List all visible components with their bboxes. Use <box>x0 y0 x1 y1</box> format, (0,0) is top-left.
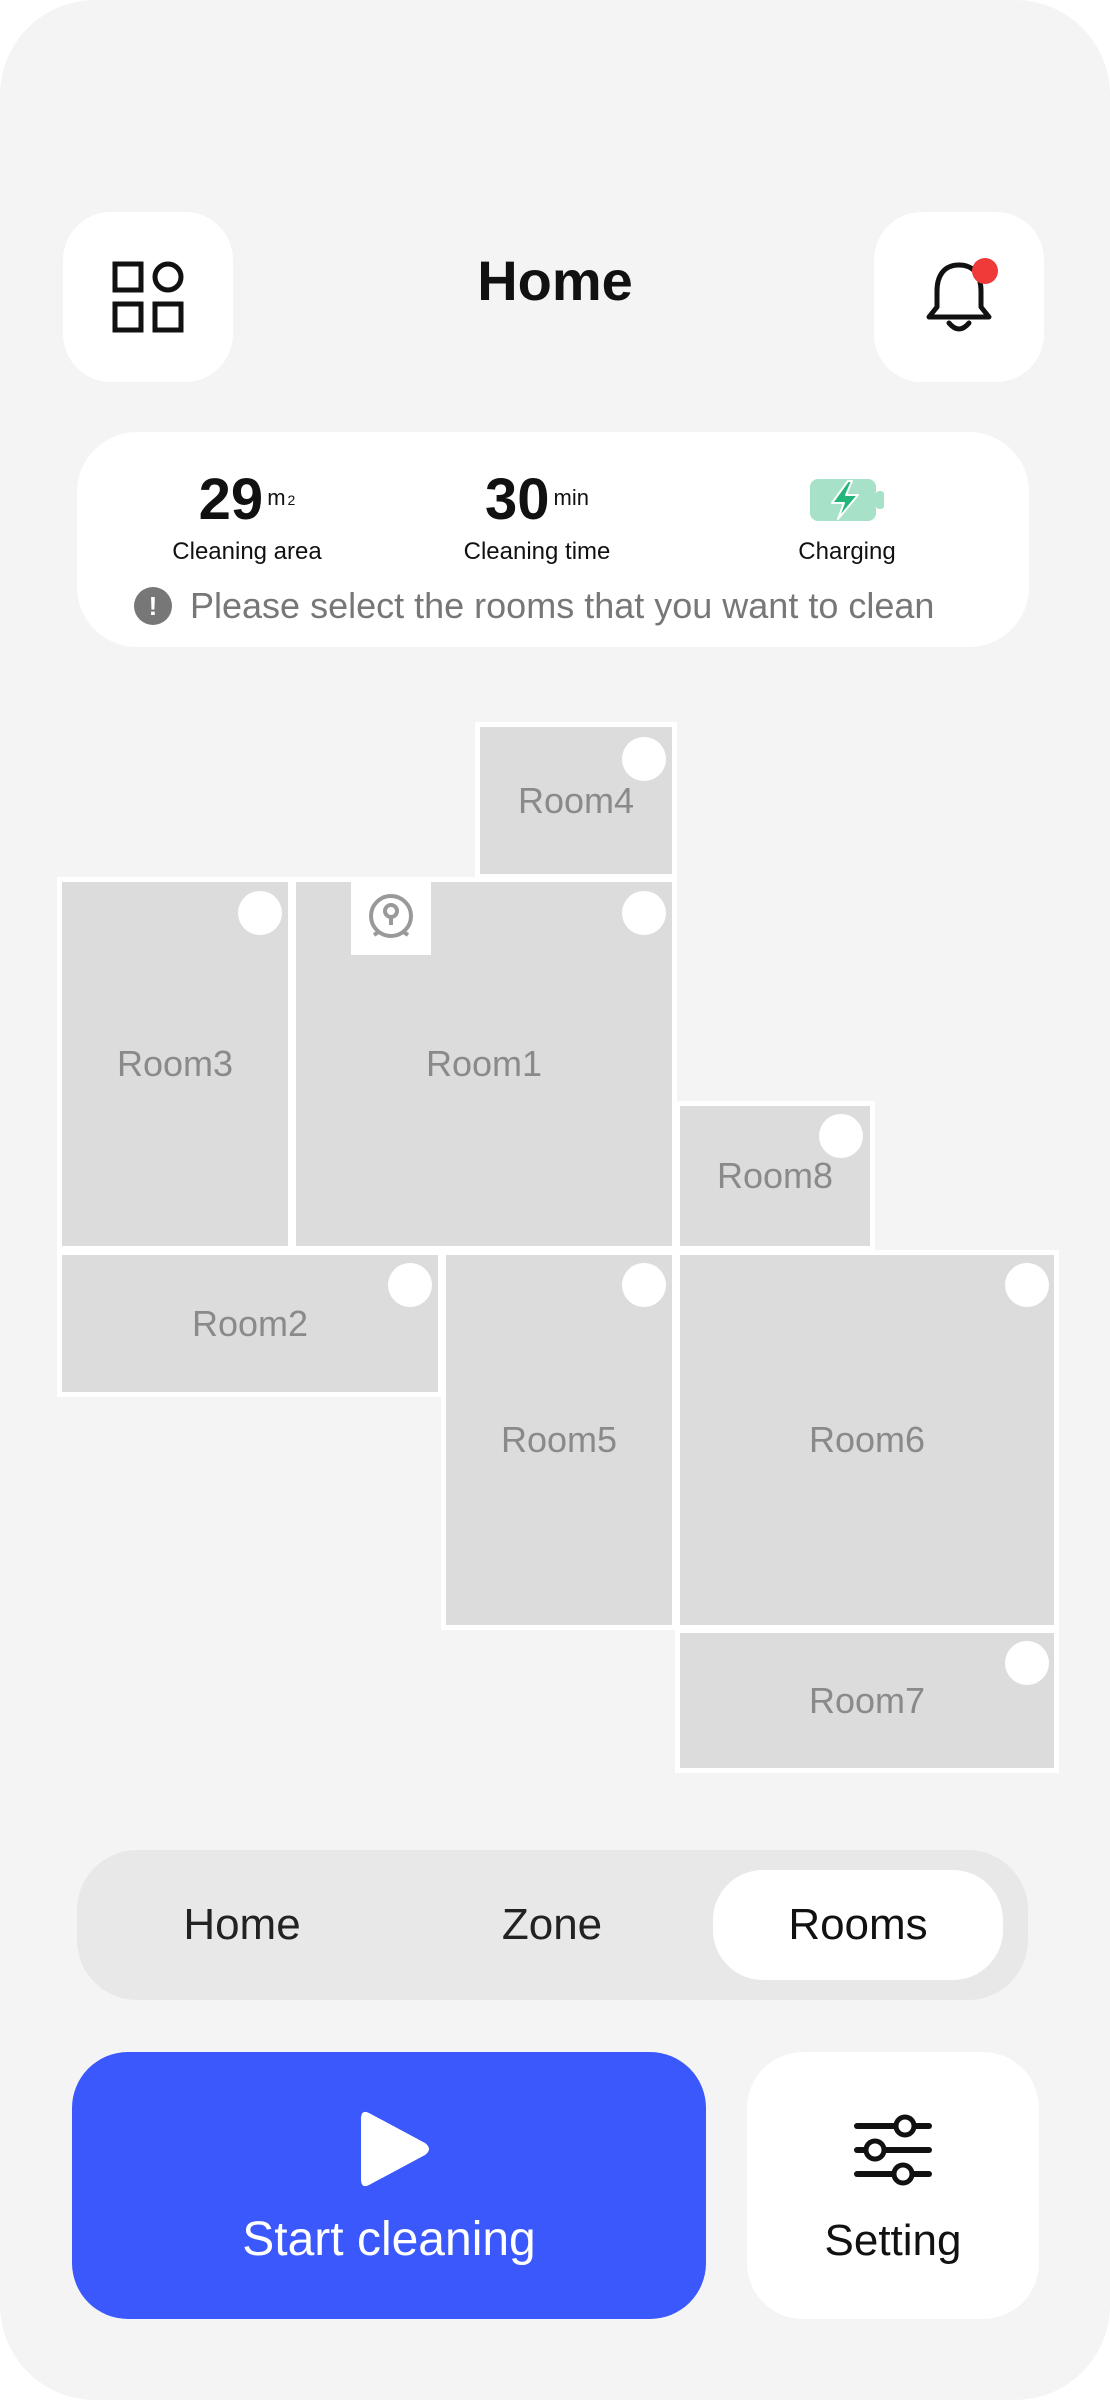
select-rooms-notice: ! Please select the rooms that you want … <box>134 585 934 627</box>
room-1-select-toggle[interactable] <box>622 891 666 935</box>
tab-home[interactable]: Home <box>97 1870 387 1980</box>
room-6-select-toggle[interactable] <box>1005 1263 1049 1307</box>
battery-charging-icon <box>810 479 884 521</box>
page-title: Home <box>477 249 633 312</box>
phone-screen: Home 29 m 2 Cleaning area 30 min Cleaning t… <box>0 0 1110 2400</box>
room-7[interactable]: Room7 <box>675 1628 1059 1773</box>
cleaning-time-value: 30 <box>485 467 550 532</box>
notifications-button[interactable] <box>874 212 1044 382</box>
mode-tab-bar: Home Zone Rooms <box>77 1850 1028 2000</box>
cleaning-area-stat: 29 m 2 Cleaning area <box>167 470 327 566</box>
room-7-select-toggle[interactable] <box>1005 1641 1049 1685</box>
setting-label: Setting <box>824 2216 962 2265</box>
room-5[interactable]: Room5 <box>441 1250 677 1630</box>
room-1[interactable]: Room1 <box>291 877 677 1251</box>
menu-button[interactable] <box>63 212 233 382</box>
room-8[interactable]: Room8 <box>675 1101 875 1251</box>
cleaning-time-stat: 30 min Cleaning time <box>457 470 617 566</box>
room-4[interactable]: Room4 <box>475 722 677 879</box>
room-2[interactable]: Room2 <box>57 1250 443 1397</box>
setting-button[interactable]: Setting <box>747 2052 1039 2319</box>
notice-text: Please select the rooms that you want to… <box>190 585 935 626</box>
cleaning-time-label: Cleaning time <box>463 538 611 565</box>
room-2-select-toggle[interactable] <box>388 1263 432 1307</box>
robot-position-marker <box>351 880 431 955</box>
room-6[interactable]: Room6 <box>675 1250 1059 1630</box>
room-1-label: Room1 <box>425 1043 543 1084</box>
tab-rooms[interactable]: Rooms <box>713 1870 1003 1980</box>
bell-icon <box>926 258 998 332</box>
room-5-label: Room5 <box>500 1419 618 1460</box>
room-2-label: Room2 <box>191 1302 309 1344</box>
status-card: 29 m 2 Cleaning area 30 min Cleaning time C… <box>77 432 1029 647</box>
room-4-label: Room4 <box>517 779 635 821</box>
room-5-select-toggle[interactable] <box>622 1263 666 1307</box>
start-cleaning-label: Start cleaning <box>242 2213 536 2266</box>
room-6-label: Room6 <box>808 1419 926 1460</box>
charging-label: Charging <box>798 538 896 565</box>
room-3[interactable]: Room3 <box>57 877 293 1251</box>
room-8-label: Room8 <box>716 1155 834 1196</box>
room-3-select-toggle[interactable] <box>238 891 282 935</box>
tab-zone[interactable]: Zone <box>407 1870 697 1980</box>
cleaning-area-unit-sup: 2 <box>287 492 296 508</box>
cleaning-area-label: Cleaning area <box>172 538 322 565</box>
start-cleaning-button[interactable]: Start cleaning <box>72 2052 706 2319</box>
exclamation-icon: ! <box>134 587 172 625</box>
sliders-icon <box>854 2114 932 2186</box>
cleaning-area-value: 29 <box>198 467 264 532</box>
room-8-select-toggle[interactable] <box>819 1114 863 1158</box>
robot-vacuum-icon <box>369 893 413 938</box>
grid-menu-icon <box>112 261 184 333</box>
room-3-label: Room3 <box>116 1043 234 1084</box>
notification-dot <box>972 258 998 284</box>
charging-stat: Charging <box>777 470 917 566</box>
play-icon <box>361 2111 429 2187</box>
room-4-select-toggle[interactable] <box>622 737 666 781</box>
cleaning-area-unit: m <box>267 485 286 510</box>
room-7-label: Room7 <box>808 1679 926 1721</box>
cleaning-time-unit: min <box>553 485 589 510</box>
